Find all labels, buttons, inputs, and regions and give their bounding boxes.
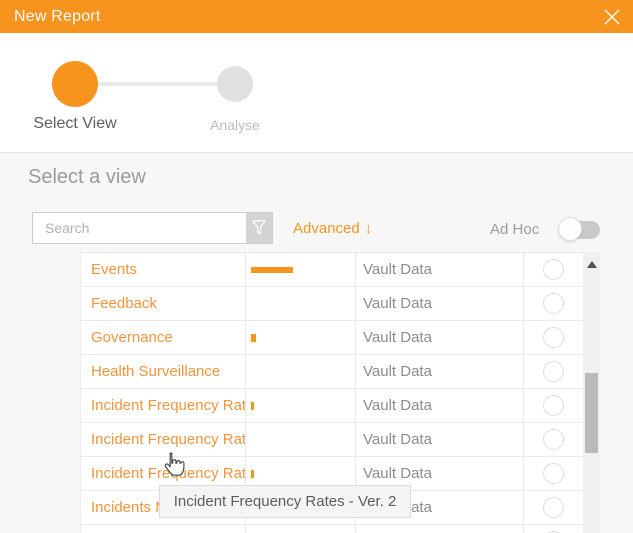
advanced-link[interactable]: Advanced ↓ [293, 220, 372, 237]
select-cell [524, 525, 584, 533]
indicator-cell [246, 525, 356, 533]
table-scrollbar[interactable] [583, 252, 600, 533]
step-select-view-circle[interactable] [52, 61, 98, 107]
row-radio-button[interactable] [543, 497, 564, 518]
view-name-link[interactable]: Feedback [81, 287, 246, 320]
orange-indicator-bar [251, 333, 256, 342]
row-tooltip: Incident Frequency Rates - Ver. 2 [159, 485, 411, 518]
indicator-cell [246, 287, 356, 320]
tooltip-text: Incident Frequency Rates - Ver. 2 [173, 493, 397, 510]
table-row[interactable]: Health Surveillance Vault Data [81, 355, 584, 389]
step-select-view-label: Select View [33, 115, 117, 132]
source-cell: Vault Data [356, 525, 524, 533]
row-radio-button[interactable] [543, 463, 564, 484]
view-name-link[interactable]: Events [81, 253, 246, 286]
table-row[interactable]: Events Vault Data [81, 253, 584, 287]
filter-button[interactable] [246, 213, 272, 243]
source-cell: Vault Data [356, 253, 524, 286]
table-row[interactable]: Incident Frequency Rates - ... Vault Data [81, 389, 584, 423]
indicator-cell [246, 253, 356, 286]
table-row[interactable]: Job Positions Vault Data [81, 525, 584, 533]
indicator-cell [246, 389, 356, 422]
view-name-link[interactable]: Incident Frequency Rates - ... [81, 389, 246, 422]
row-radio-button[interactable] [543, 327, 564, 348]
row-radio-button[interactable] [543, 361, 564, 382]
select-cell [524, 457, 584, 490]
select-cell [524, 389, 584, 422]
adhoc-toggle[interactable] [558, 217, 600, 242]
close-icon[interactable] [599, 4, 625, 30]
view-name-link[interactable]: Governance [81, 321, 246, 354]
source-cell: Vault Data [356, 355, 524, 388]
new-report-dialog: New Report Select View Analyse Select a … [0, 0, 633, 533]
source-cell: Vault Data [356, 423, 524, 456]
stepper: Select View Analyse [0, 33, 633, 153]
row-radio-button[interactable] [543, 293, 564, 314]
indicator-cell [246, 321, 356, 354]
table-row[interactable]: Incident Frequency Rates - ... Vault Data [81, 423, 584, 457]
select-cell [524, 355, 584, 388]
dialog-titlebar: New Report [0, 0, 633, 33]
funnel-icon [250, 218, 268, 238]
adhoc-label: Ad Hoc [490, 221, 540, 238]
row-radio-button[interactable] [543, 395, 564, 416]
indicator-cell [246, 355, 356, 388]
page-title: Select a view [28, 166, 146, 188]
search-box [32, 212, 273, 244]
orange-indicator-bar [251, 401, 254, 410]
orange-indicator-bar [251, 469, 254, 478]
step-analyse-label: Analyse [210, 117, 260, 133]
view-name-link[interactable]: Job Positions [81, 525, 246, 533]
select-cell [524, 491, 584, 524]
table-row[interactable]: Governance Vault Data [81, 321, 584, 355]
view-name-link[interactable]: Health Surveillance [81, 355, 246, 388]
select-cell [524, 321, 584, 354]
advanced-label: Advanced [293, 220, 360, 237]
select-cell [524, 253, 584, 286]
source-cell: Vault Data [356, 287, 524, 320]
source-cell: Vault Data [356, 389, 524, 422]
step-analyse-circle[interactable] [217, 66, 253, 102]
stepper-connector [90, 82, 225, 86]
scrollbar-thumb[interactable] [585, 373, 598, 453]
row-radio-button[interactable] [543, 259, 564, 280]
toggle-knob [558, 217, 582, 241]
select-cell [524, 423, 584, 456]
dialog-title: New Report [14, 7, 101, 25]
arrow-down-icon: ↓ [364, 220, 373, 237]
view-name-link[interactable]: Incident Frequency Rates - ... [81, 423, 246, 456]
orange-indicator-bar [251, 266, 293, 273]
scroll-up-arrow-icon[interactable] [587, 261, 597, 268]
row-radio-button[interactable] [543, 429, 564, 450]
source-cell: Vault Data [356, 321, 524, 354]
search-input[interactable] [33, 213, 246, 243]
table-row[interactable]: Feedback Vault Data [81, 287, 584, 321]
indicator-cell [246, 423, 356, 456]
select-cell [524, 287, 584, 320]
